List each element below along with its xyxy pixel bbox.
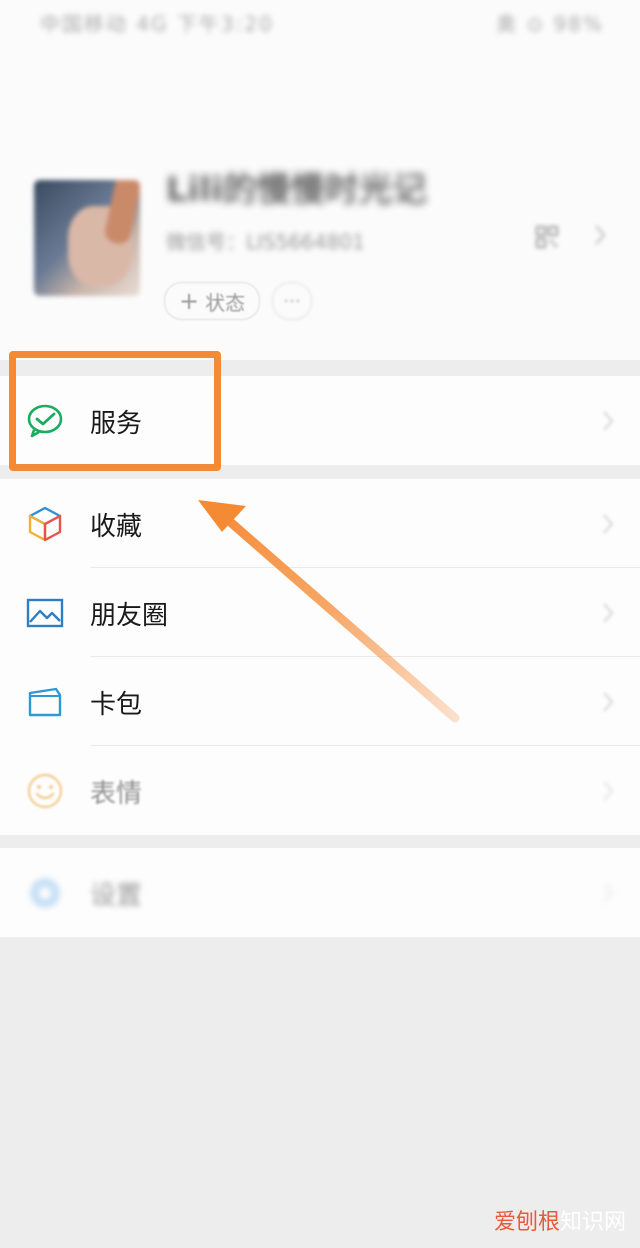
chevron-right-icon [603, 781, 614, 801]
watermark: 爱刨根知识网 [494, 1204, 626, 1236]
highlight-box [9, 351, 221, 471]
add-status-label: 状态 [205, 290, 246, 315]
avatar[interactable] [34, 180, 140, 296]
menu-item-stickers[interactable]: 表情 [0, 746, 640, 835]
chevron-right-icon [603, 692, 614, 712]
status-bar-left: 中国移动 4G 下午3:20 [40, 12, 274, 36]
gear-icon [30, 878, 60, 908]
menu-item-label: 卡包 [90, 690, 143, 720]
wechat-id: 微信号：LIS5664801 [166, 230, 365, 254]
watermark-part2: 知识网 [559, 1210, 626, 1235]
plus-icon: + [179, 287, 200, 315]
menu-item-label: 收藏 [90, 512, 143, 542]
menu-item-label: 朋友圈 [90, 601, 169, 631]
menu-item-settings[interactable]: 设置 [0, 848, 640, 937]
settings-group: 设置 [0, 848, 640, 937]
status-bar-right: 奥 ⊙ 98% [496, 12, 604, 36]
profile-card[interactable]: Lili的慢慢时光记 微信号：LIS5664801 + 状态 ··· [0, 140, 640, 360]
chevron-right-icon [603, 514, 614, 534]
menu-item-cards[interactable]: 卡包 [0, 657, 640, 746]
more-status-button[interactable]: ··· [272, 282, 312, 320]
profile-header: 中国移动 4G 下午3:20 奥 ⊙ 98% Lili的慢慢时光记 微信号：LI… [0, 0, 640, 360]
add-status-button[interactable]: + 状态 [164, 282, 261, 320]
chevron-right-icon [595, 225, 606, 245]
status-bar: 中国移动 4G 下午3:20 奥 ⊙ 98% [0, 0, 640, 44]
nickname: Lili的慢慢时光记 [166, 170, 427, 210]
menu-item-label: 设置 [90, 881, 143, 911]
watermark-part1: 爱刨根 [493, 1210, 560, 1235]
menu-item-label: 表情 [90, 779, 143, 809]
features-group: 收藏 朋友圈 卡包 表情 [0, 479, 640, 835]
chevron-right-icon [603, 411, 614, 431]
card-wallet-icon [28, 687, 62, 717]
image-icon [26, 598, 64, 628]
smiley-icon [27, 773, 63, 809]
chevron-right-icon [603, 603, 614, 623]
menu-item-moments[interactable]: 朋友圈 [0, 568, 640, 657]
chevron-right-icon [603, 883, 614, 903]
qr-code-icon[interactable] [536, 226, 558, 248]
menu-item-favorites[interactable]: 收藏 [0, 479, 640, 568]
cube-icon [28, 506, 62, 542]
